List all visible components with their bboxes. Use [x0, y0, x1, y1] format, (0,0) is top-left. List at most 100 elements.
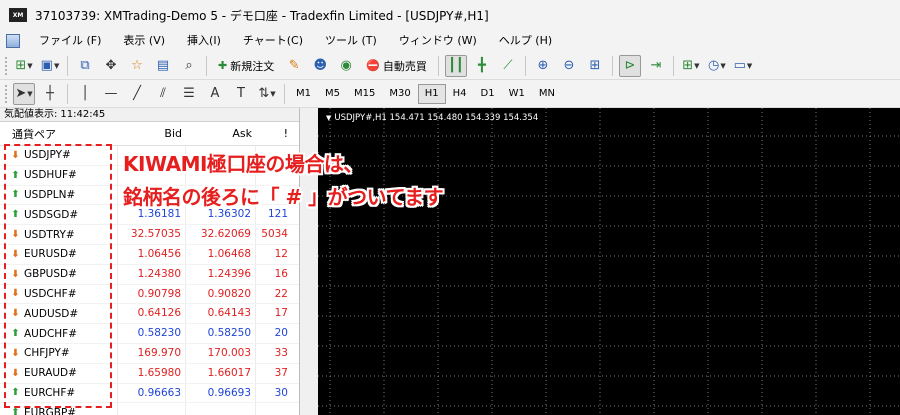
- fibonacci-button[interactable]: ☰: [178, 83, 200, 105]
- column-spread[interactable]: !: [256, 127, 296, 140]
- toolbar-grip[interactable]: [4, 83, 8, 104]
- new-chart-button[interactable]: ⊞ ▼: [13, 55, 35, 77]
- menu-help[interactable]: ヘルプ (H): [488, 30, 563, 52]
- timeframe-m1[interactable]: M1: [289, 84, 318, 104]
- strategy-tester-button[interactable]: ⌕: [178, 55, 200, 77]
- profiles-button[interactable]: ▣ ▼: [39, 55, 61, 77]
- template-icon: ▭: [733, 58, 746, 73]
- auto-trading-button[interactable]: ⛔ 自動売買: [361, 55, 432, 77]
- zoom-out-button[interactable]: ⊖: [558, 55, 580, 77]
- timeframe-m15[interactable]: M15: [347, 84, 382, 104]
- row-bid: 1.24380: [118, 264, 186, 284]
- trendline-button[interactable]: ╱: [126, 83, 148, 105]
- market-watch-row[interactable]: ⬇ EURAUD# 1.65980 1.66017 37: [0, 363, 299, 384]
- equidistant-channel-button[interactable]: ⫽: [152, 83, 174, 105]
- signals-button[interactable]: ◉: [335, 55, 357, 77]
- market-watch-row[interactable]: ⬇ EURUSD# 1.06456 1.06468 12: [0, 244, 299, 265]
- crosshair-button[interactable]: ┼: [39, 83, 61, 105]
- row-symbol: ⬆ EURCHF#: [0, 383, 118, 403]
- market-watch-columns: 通貨ペア Bid Ask !: [0, 122, 299, 146]
- menu-chart[interactable]: チャート(C): [232, 30, 314, 52]
- row-symbol: ⬆ USDSGD#: [0, 205, 118, 225]
- menu-tools[interactable]: ツール (T): [314, 30, 388, 52]
- tile-icon: ⊞: [589, 58, 601, 73]
- chart-window-icon[interactable]: [6, 34, 20, 48]
- market-watch-button[interactable]: ⧉: [74, 55, 96, 77]
- chart-grid: [318, 108, 900, 415]
- templates-button[interactable]: ▭ ▼: [732, 55, 754, 77]
- text-label-button[interactable]: T: [230, 83, 252, 105]
- arrows-button[interactable]: ⇅ ▼: [256, 83, 278, 105]
- toolbar-separator: [67, 55, 68, 76]
- row-bid: 32.57035: [118, 225, 186, 244]
- vertical-line-button[interactable]: │: [74, 83, 96, 105]
- toolbar-separator: [437, 55, 439, 76]
- market-watch-row[interactable]: ⬇ CHFJPY# 169.970 170.003 33: [0, 343, 299, 364]
- chevron-down-icon: ▼: [746, 61, 753, 70]
- arrow-up-icon: ⬆: [11, 407, 20, 415]
- timeframe-d1[interactable]: D1: [474, 84, 502, 104]
- crosshair-target-icon: ✥: [105, 58, 117, 73]
- chart-window[interactable]: ▼ USDJPY#,H1 154.471 154.480 154.339 154.…: [318, 108, 900, 415]
- timeframe-w1[interactable]: W1: [502, 84, 532, 104]
- metaeditor-button[interactable]: ✎: [283, 55, 305, 77]
- menu-file[interactable]: ファイル (F): [28, 30, 112, 52]
- autoscroll-button[interactable]: ⊳: [618, 54, 641, 77]
- row-ask: 32.62069: [186, 225, 256, 244]
- menu-insert[interactable]: 挿入(I): [176, 30, 232, 52]
- toolbar-grip[interactable]: [4, 55, 8, 76]
- row-symbol: ⬇ USDTRY#: [0, 225, 118, 244]
- market-watch-row[interactable]: ⬆ AUDCHF# 0.58230 0.58250 20: [0, 324, 299, 344]
- chevron-down-icon: ▼: [694, 61, 700, 70]
- cursor-button[interactable]: ➤ ▼: [13, 82, 35, 105]
- line-chart-button[interactable]: ⟋: [497, 55, 519, 77]
- toolbar-separator: [284, 83, 285, 104]
- timeframe-h1[interactable]: H1: [417, 83, 446, 104]
- row-bid: 1.65980: [118, 363, 186, 383]
- timeframe-m5[interactable]: M5: [318, 84, 347, 104]
- row-symbol: ⬇ AUDUSD#: [0, 304, 118, 324]
- terminal-button[interactable]: ▤: [152, 55, 174, 77]
- navigator-button[interactable]: ☆: [126, 55, 148, 77]
- arrow-up-icon: ⬆: [11, 169, 20, 181]
- toolbar-separator: [67, 83, 68, 104]
- text-button[interactable]: A: [204, 83, 226, 105]
- row-bid: 0.96663: [118, 383, 186, 403]
- data-window-button[interactable]: ✥: [100, 55, 122, 77]
- menu-view[interactable]: 表示 (V): [112, 30, 176, 52]
- timeframe-m30[interactable]: M30: [382, 84, 417, 104]
- horizontal-line-button[interactable]: —: [100, 83, 122, 105]
- arrow-up-icon: ⬆: [11, 189, 20, 201]
- community-button[interactable]: ☻: [309, 55, 331, 77]
- toolbar-separator: [524, 55, 526, 76]
- market-watch-row[interactable]: ⬆ EURCHF# 0.96663 0.96693 30: [0, 383, 299, 404]
- tile-windows-button[interactable]: ⊞: [584, 55, 606, 77]
- market-watch-row[interactable]: ⬇ USDCHF# 0.90798 0.90820 22: [0, 284, 299, 305]
- line-chart-icon: ⟋: [503, 58, 513, 73]
- menu-window[interactable]: ウィンドウ (W): [388, 30, 488, 52]
- annotation-line-2: 銘柄名の後ろに「 # 」がついてます: [123, 185, 444, 209]
- chart-shift-button[interactable]: ⇥: [645, 55, 667, 77]
- row-symbol: ⬆ USDPLN#: [0, 185, 118, 205]
- bar-chart-button[interactable]: ┃┃: [444, 54, 467, 77]
- user-icon: ☻: [313, 58, 327, 73]
- column-bid[interactable]: Bid: [118, 127, 186, 140]
- row-bid: 0.90798: [118, 284, 186, 304]
- plus-icon: ✚: [218, 59, 228, 72]
- candlestick-button[interactable]: ╋: [471, 55, 493, 77]
- market-watch-row[interactable]: ⬇ AUDUSD# 0.64126 0.64143 17: [0, 304, 299, 325]
- indicators-button[interactable]: ⊞ ▼: [680, 55, 702, 77]
- zoom-in-button[interactable]: ⊕: [532, 55, 554, 77]
- column-symbol[interactable]: 通貨ペア: [0, 126, 118, 142]
- timeframe-h4[interactable]: H4: [446, 84, 474, 104]
- market-watch-row[interactable]: ⬆ EURGBP#: [0, 403, 299, 415]
- column-ask[interactable]: Ask: [186, 127, 256, 140]
- row-symbol: ⬇ CHFJPY#: [0, 343, 118, 363]
- periods-button[interactable]: ◷ ▼: [706, 55, 728, 77]
- row-symbol: ⬇ EURAUD#: [0, 363, 118, 383]
- timeframe-mn[interactable]: MN: [532, 84, 562, 104]
- market-watch-row[interactable]: ⬇ USDTRY# 32.57035 32.62069 5034: [0, 225, 299, 245]
- arrow-up-icon: ⬆: [11, 209, 20, 221]
- market-watch-row[interactable]: ⬇ GBPUSD# 1.24380 1.24396 16: [0, 264, 299, 285]
- new-order-button[interactable]: ✚ 新規注文: [213, 55, 279, 77]
